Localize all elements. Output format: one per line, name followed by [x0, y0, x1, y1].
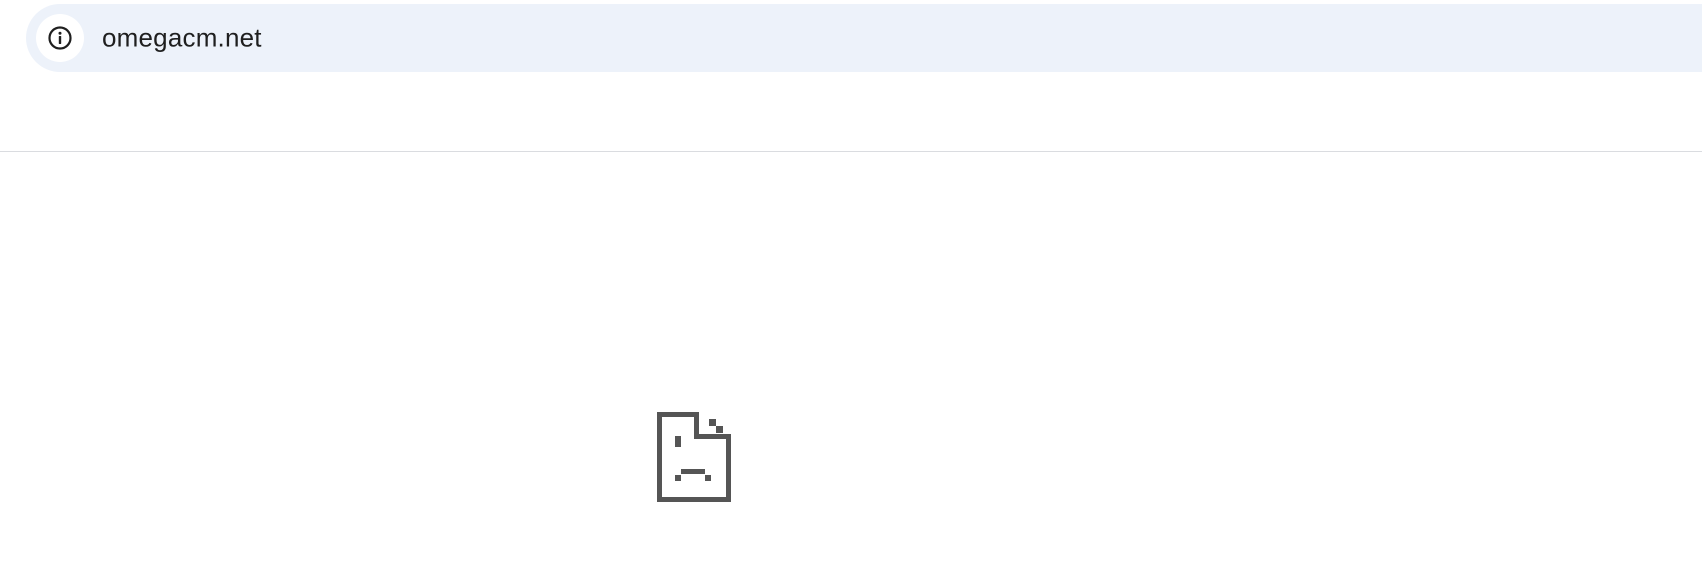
url-text[interactable]: omegacm.net — [102, 23, 262, 54]
site-info-button[interactable] — [36, 14, 84, 62]
sad-page-icon — [657, 412, 731, 502]
info-circle-icon — [47, 25, 73, 51]
page-content — [0, 153, 1702, 562]
address-bar[interactable]: omegacm.net — [26, 4, 1702, 72]
browser-toolbar: omegacm.net — [0, 0, 1702, 152]
